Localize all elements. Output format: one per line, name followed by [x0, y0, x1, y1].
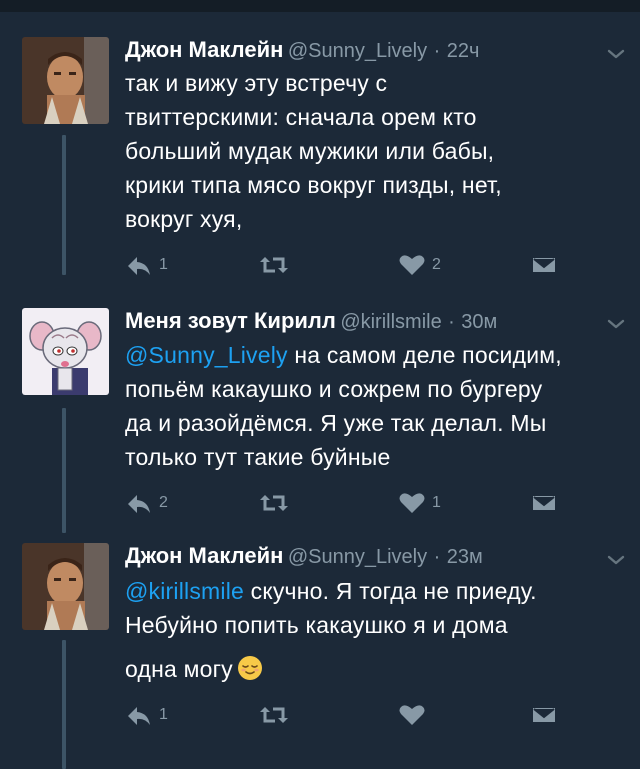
john-mclane-avatar: [22, 543, 109, 630]
user-handle[interactable]: @kirillsmile: [340, 311, 441, 333]
like-button[interactable]: 2: [398, 250, 441, 280]
reply-icon: [128, 495, 150, 513]
retweet-button[interactable]: [258, 488, 296, 518]
heart-icon: [399, 705, 425, 725]
text-line: попьём какаушко и сожрем по бургеру: [125, 376, 543, 402]
direct-message-icon: [531, 494, 557, 512]
tweet-text: @Sunny_Lively на самом деле посидим, поп…: [125, 338, 620, 474]
direct-message-icon: [531, 706, 557, 724]
text-line: вокруг хуя,: [125, 206, 243, 232]
thread-line: [62, 408, 66, 533]
chevron-down-icon[interactable]: [604, 548, 628, 572]
timestamp[interactable]: 22ч: [447, 40, 480, 62]
text-line: так и вижу эту встречу с: [125, 70, 388, 96]
separator: ·: [448, 311, 455, 333]
direct-message-button[interactable]: [530, 700, 558, 730]
direct-message-icon: [531, 256, 557, 274]
separator: ·: [433, 546, 441, 568]
like-count: 2: [432, 256, 441, 273]
tweet-header: Джон Маклейн @Sunny_Lively · 22ч: [125, 37, 600, 67]
display-name[interactable]: Джон Маклейн: [125, 543, 283, 568]
chevron-down-icon[interactable]: [604, 42, 628, 66]
display-name[interactable]: Меня зовут Кирилл: [125, 308, 336, 333]
tweet-header: Меня зовут Кирилл @kirillsmile · 30м: [125, 308, 600, 338]
heart-icon: [399, 255, 425, 275]
reply-icon: [128, 707, 150, 725]
avatar[interactable]: [22, 37, 109, 124]
brain-mouse-avatar: [22, 308, 109, 395]
text-fragment: скучно. Я тогда не приеду.: [244, 578, 537, 604]
reply-button[interactable]: 2: [125, 488, 168, 518]
text-line: крики типа мясо вокруг пизды, нет,: [125, 172, 502, 198]
text-fragment: одна могу: [125, 656, 233, 682]
like-button[interactable]: [398, 700, 432, 730]
separator: ·: [433, 40, 441, 62]
like-button[interactable]: 1: [398, 488, 441, 518]
reply-count: 1: [159, 706, 168, 723]
action-bar: 1: [125, 700, 565, 730]
text-line: только тут такие буйные: [125, 444, 391, 470]
reply-icon: [128, 257, 150, 275]
tweet-text: @kirillsmile скучно. Я тогда не приеду. …: [125, 574, 620, 686]
retweet-icon: [260, 257, 288, 273]
retweet-icon: [260, 707, 288, 723]
text-line: твиттерскими: сначала орем кто: [125, 104, 477, 130]
avatar[interactable]: [22, 308, 109, 395]
action-bar: 1 2: [125, 250, 565, 280]
user-handle[interactable]: @Sunny_Lively: [288, 40, 427, 62]
display-name[interactable]: Джон Маклейн: [125, 37, 283, 62]
john-mclane-avatar: [22, 37, 109, 124]
text-line: Небуйно попить какаушко я и дома: [125, 612, 508, 638]
retweet-button[interactable]: [258, 250, 296, 280]
direct-message-button[interactable]: [530, 250, 558, 280]
direct-message-button[interactable]: [530, 488, 558, 518]
text-line: @Sunny_Lively на самом деле посидим,: [125, 338, 620, 372]
chevron-down-icon[interactable]: [604, 312, 628, 336]
action-bar: 2 1: [125, 488, 565, 518]
timestamp[interactable]: 23м: [447, 546, 483, 568]
tweet-header: Джон Маклейн @Sunny_Lively · 23м: [125, 543, 600, 573]
heart-icon: [399, 493, 425, 513]
thread-line: [62, 640, 66, 769]
text-line: @kirillsmile скучно. Я тогда не приеду.: [125, 574, 620, 608]
retweet-button[interactable]: [258, 700, 296, 730]
reply-count: 2: [159, 494, 168, 511]
thread-line: [62, 135, 66, 275]
text-line: одна могу: [125, 652, 620, 686]
top-bar: [0, 0, 640, 12]
text-line: больший мудак мужики или бабы,: [125, 138, 495, 164]
mention-link[interactable]: @Sunny_Lively: [125, 342, 288, 368]
reply-count: 1: [159, 256, 168, 273]
user-handle[interactable]: @Sunny_Lively: [288, 546, 427, 568]
text-line: да и разойдёмся. Я уже так делал. Мы: [125, 410, 547, 436]
reply-button[interactable]: 1: [125, 700, 168, 730]
retweet-icon: [260, 495, 288, 511]
text-fragment: на самом деле посидим,: [287, 342, 562, 368]
like-count: 1: [432, 494, 441, 511]
timestamp[interactable]: 30м: [461, 311, 497, 333]
relieved-face-emoji: [237, 656, 262, 680]
reply-button[interactable]: 1: [125, 250, 168, 280]
avatar[interactable]: [22, 543, 109, 630]
tweet-text: так и вижу эту встречу с твиттерскими: с…: [125, 66, 620, 236]
mention-link[interactable]: @kirillsmile: [125, 578, 244, 604]
